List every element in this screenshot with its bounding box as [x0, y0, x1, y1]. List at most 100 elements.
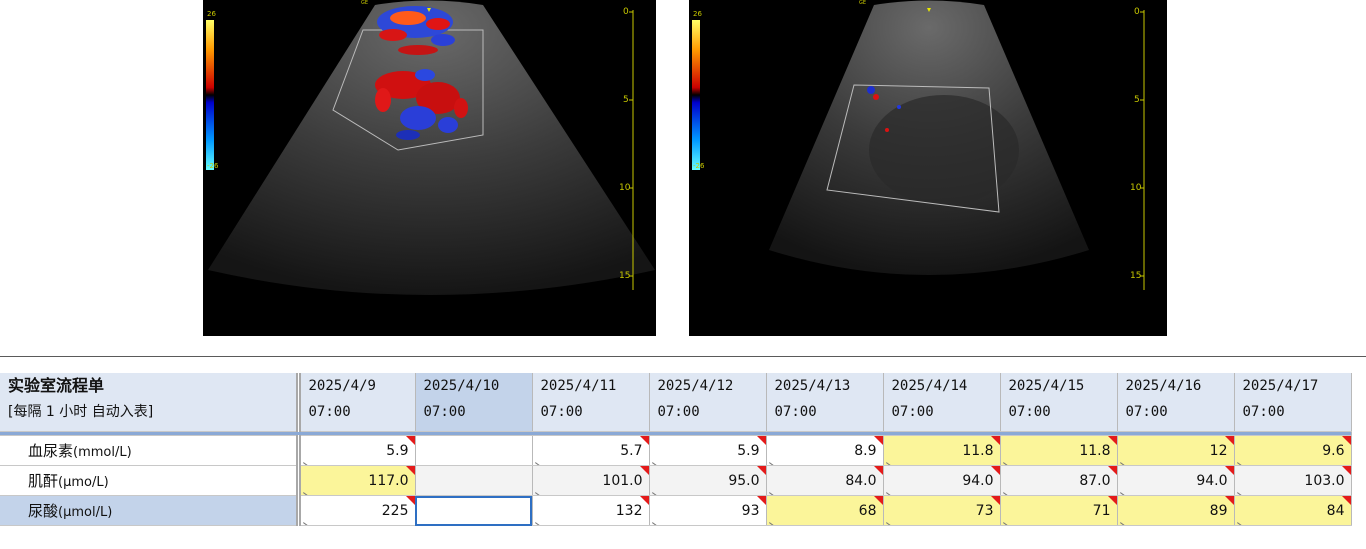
- flag-icon: [873, 466, 882, 475]
- doppler-scan-left: [203, 0, 656, 336]
- cell-value: 117.0: [368, 472, 409, 489]
- flowsheet-subtitle: [每隔 1 小时 自动入表]: [8, 404, 154, 420]
- flag-icon: [1224, 496, 1233, 505]
- note-tick-icon: [768, 522, 779, 525]
- flag-icon: [639, 436, 648, 445]
- note-tick-icon: [1119, 522, 1130, 525]
- value-cell[interactable]: 93: [649, 495, 767, 526]
- value-cell-focused[interactable]: [415, 495, 533, 526]
- column-time: 07:00: [1125, 404, 1168, 420]
- cell-value: 11.8: [1079, 442, 1111, 459]
- value-cell[interactable]: 101.0: [532, 465, 650, 496]
- row-label-uric-acid[interactable]: 尿酸(μmol/L): [0, 495, 301, 526]
- value-cell-abnormal[interactable]: 73: [883, 495, 1001, 526]
- value-cell[interactable]: 94.0: [883, 465, 1001, 496]
- column-header[interactable]: 2025/4/11 07:00: [532, 373, 650, 432]
- flag-icon: [1341, 466, 1350, 475]
- column-header[interactable]: 2025/4/9 07:00: [298, 373, 416, 432]
- flag-icon: [1107, 466, 1116, 475]
- value-cell[interactable]: 95.0: [649, 465, 767, 496]
- lab-flowsheet: 实验室流程单 [每隔 1 小时 自动入表] 2025/4/9 07:00 2025…: [0, 356, 1366, 549]
- cell-value: 87.0: [1079, 472, 1111, 489]
- cell-value: 132: [615, 502, 643, 519]
- scale-max-label: 26: [207, 10, 216, 18]
- column-date: 2025/4/15: [1008, 378, 1085, 394]
- flag-icon: [1224, 436, 1233, 445]
- cell-value: 225: [381, 502, 409, 519]
- flag-icon: [990, 496, 999, 505]
- cell-value: 103.0: [1304, 472, 1345, 489]
- depth-tick-label: 5: [623, 95, 629, 105]
- value-cell-abnormal[interactable]: 117.0: [298, 465, 416, 496]
- value-cell-abnormal[interactable]: 12: [1117, 435, 1235, 466]
- flag-icon: [990, 436, 999, 445]
- row-unit: (mmol/L): [73, 445, 132, 460]
- value-cell[interactable]: 87.0: [1000, 465, 1118, 496]
- value-cell-abnormal[interactable]: 71: [1000, 495, 1118, 526]
- column-date: 2025/4/13: [774, 378, 851, 394]
- column-date: 2025/4/9: [308, 378, 376, 394]
- table-row: 尿酸(μmol/L) 225 132 93 68 73 71 89 84: [0, 495, 1352, 526]
- flowsheet-title: 实验室流程单: [8, 376, 105, 395]
- cell-value: 84.0: [845, 472, 877, 489]
- table-row: 血尿素(mmol/L) 5.9 5.7 5.9 8.9 11.8 11.8 12…: [0, 435, 1352, 466]
- cell-value: 11.8: [962, 442, 994, 459]
- flag-icon: [756, 466, 765, 475]
- column-time: 07:00: [308, 404, 351, 420]
- flag-icon: [639, 466, 648, 475]
- value-cell-abnormal[interactable]: 89: [1117, 495, 1235, 526]
- column-header[interactable]: 2025/4/16 07:00: [1117, 373, 1235, 432]
- column-header[interactable]: 2025/4/13 07:00: [766, 373, 884, 432]
- row-label-bun[interactable]: 血尿素(mmol/L): [0, 435, 301, 466]
- value-cell[interactable]: [415, 435, 533, 466]
- column-time: 07:00: [1242, 404, 1285, 420]
- value-cell[interactable]: 103.0: [1234, 465, 1352, 496]
- brand-label: GE: [361, 0, 369, 6]
- value-cell-abnormal[interactable]: 84: [1234, 495, 1352, 526]
- flag-icon: [756, 496, 765, 505]
- value-cell[interactable]: 8.9: [766, 435, 884, 466]
- column-header[interactable]: 2025/4/15 07:00: [1000, 373, 1118, 432]
- value-cell[interactable]: 5.9: [298, 435, 416, 466]
- value-cell[interactable]: [415, 465, 533, 496]
- flag-icon: [1224, 466, 1233, 475]
- value-cell-abnormal[interactable]: 11.8: [883, 435, 1001, 466]
- row-label-creatinine[interactable]: 肌酐(μmo/L): [0, 465, 301, 496]
- note-tick-icon: [885, 522, 896, 525]
- column-header[interactable]: 2025/4/14 07:00: [883, 373, 1001, 432]
- value-cell[interactable]: 225: [298, 495, 416, 526]
- value-cell-abnormal[interactable]: 9.6: [1234, 435, 1352, 466]
- scale-min-label: -26: [693, 162, 705, 170]
- value-cell[interactable]: 5.7: [532, 435, 650, 466]
- row-name: 尿酸: [28, 502, 59, 520]
- column-header[interactable]: 2025/4/12 07:00: [649, 373, 767, 432]
- cell-value: 94.0: [962, 472, 994, 489]
- value-cell-abnormal[interactable]: 11.8: [1000, 435, 1118, 466]
- flag-icon: [873, 436, 882, 445]
- flowsheet-grid: 实验室流程单 [每隔 1 小时 自动入表] 2025/4/9 07:00 2025…: [0, 373, 1352, 526]
- flag-icon: [1107, 436, 1116, 445]
- note-tick-icon: [302, 522, 313, 525]
- column-date: 2025/4/16: [1125, 378, 1202, 394]
- value-cell[interactable]: 132: [532, 495, 650, 526]
- value-cell-abnormal[interactable]: 68: [766, 495, 884, 526]
- column-date: 2025/4/12: [657, 378, 734, 394]
- depth-tick-label: 0: [623, 7, 629, 17]
- flowsheet-title-cell: 实验室流程单 [每隔 1 小时 自动入表]: [0, 373, 301, 432]
- header-row: 实验室流程单 [每隔 1 小时 自动入表] 2025/4/9 07:00 2025…: [0, 373, 1352, 432]
- value-cell[interactable]: 5.9: [649, 435, 767, 466]
- value-cell[interactable]: 94.0: [1117, 465, 1235, 496]
- column-date: 2025/4/14: [891, 378, 968, 394]
- column-time: 07:00: [891, 404, 934, 420]
- row-name: 肌酐: [28, 472, 59, 490]
- cell-value: 94.0: [1196, 472, 1228, 489]
- scale-min-label: -26: [207, 162, 219, 170]
- column-header-selected[interactable]: 2025/4/10 07:00: [415, 373, 533, 432]
- scale-max-label: 26: [693, 10, 702, 18]
- flag-icon: [756, 436, 765, 445]
- flag-icon: [639, 496, 648, 505]
- value-cell[interactable]: 84.0: [766, 465, 884, 496]
- flag-icon: [873, 496, 882, 505]
- note-tick-icon: [534, 522, 545, 525]
- column-header[interactable]: 2025/4/17 07:00: [1234, 373, 1352, 432]
